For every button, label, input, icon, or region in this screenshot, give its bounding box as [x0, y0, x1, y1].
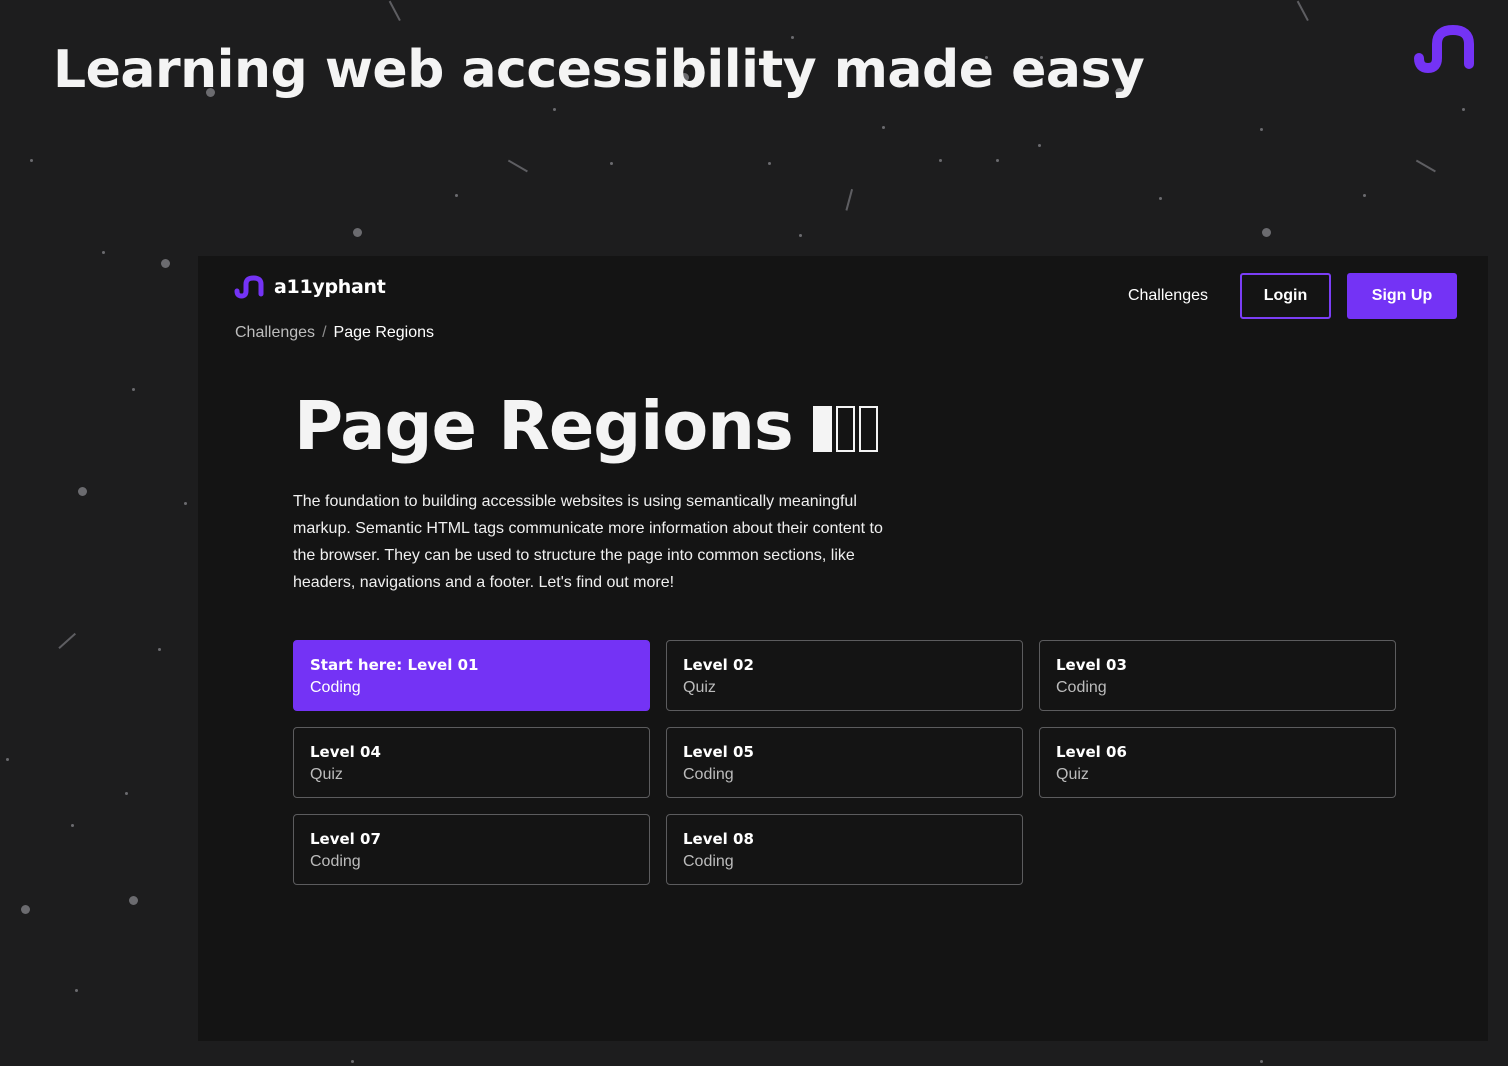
star: [455, 194, 458, 197]
star: [1260, 1060, 1263, 1063]
star: [21, 905, 30, 914]
streak: [845, 188, 853, 211]
star: [768, 162, 771, 165]
page-title: Page Regions: [294, 387, 794, 465]
level-name: Level 02: [683, 656, 754, 674]
brand-name: a11yphant: [274, 276, 386, 298]
difficulty-segment: [858, 406, 878, 452]
level-type: Coding: [683, 853, 734, 870]
level-name: Level 08: [683, 830, 754, 848]
a11yphant-trunk-icon: [1414, 25, 1474, 73]
star: [353, 228, 362, 237]
star: [125, 792, 128, 795]
level-card[interactable]: Level 07 Coding: [293, 814, 650, 885]
breadcrumb-current: Page Regions: [333, 324, 435, 341]
star: [996, 159, 999, 162]
level-name: Level 05: [683, 743, 754, 761]
star: [158, 648, 161, 651]
level-type: Coding: [1056, 679, 1107, 696]
star: [6, 758, 9, 761]
level-name: Level 07: [310, 830, 381, 848]
login-button[interactable]: Login: [1240, 273, 1331, 319]
star: [882, 126, 885, 129]
star: [799, 234, 802, 237]
level-name: Level 03: [1056, 656, 1127, 674]
streak: [508, 159, 528, 172]
main-nav: Challenges Login Sign Up: [1128, 273, 1457, 319]
level-name: Level 04: [310, 743, 381, 761]
star: [1159, 197, 1162, 200]
level-grid: Start here: Level 01 Coding Level 02 Quiz Le…: [293, 640, 1396, 885]
breadcrumb: Challenges / Page Regions: [235, 324, 434, 342]
star: [1038, 144, 1041, 147]
level-type: Quiz: [310, 766, 343, 783]
star: [132, 388, 135, 391]
star: [791, 36, 794, 39]
star: [553, 108, 556, 111]
level-card[interactable]: Level 03 Coding: [1039, 640, 1396, 711]
star: [161, 259, 170, 268]
hero-headline: Learning web accessibility made easy: [53, 40, 1145, 100]
level-card[interactable]: Start here: Level 01 Coding: [293, 640, 650, 711]
star: [1260, 128, 1263, 131]
nav-challenges-link[interactable]: Challenges: [1128, 287, 1208, 305]
star: [30, 159, 33, 162]
star: [129, 896, 138, 905]
star: [1262, 228, 1271, 237]
difficulty-segment: [812, 406, 832, 452]
level-card[interactable]: Level 06 Quiz: [1039, 727, 1396, 798]
star: [610, 162, 613, 165]
level-card[interactable]: Level 04 Quiz: [293, 727, 650, 798]
breadcrumb-separator: /: [322, 324, 327, 341]
star: [102, 251, 105, 254]
star: [71, 824, 74, 827]
level-card[interactable]: Level 05 Coding: [666, 727, 1023, 798]
difficulty-segment: [835, 406, 855, 452]
breadcrumb-challenges-link[interactable]: Challenges: [235, 324, 315, 342]
level-type: Coding: [310, 679, 361, 696]
star: [75, 989, 78, 992]
star: [1462, 108, 1465, 111]
streak: [58, 632, 76, 649]
level-card[interactable]: Level 08 Coding: [666, 814, 1023, 885]
star: [78, 487, 87, 496]
level-type: Coding: [683, 766, 734, 783]
streak: [389, 0, 401, 21]
level-name: Start here: Level 01: [310, 656, 479, 674]
signup-button[interactable]: Sign Up: [1347, 273, 1457, 319]
level-type: Quiz: [683, 679, 716, 696]
streak: [1416, 159, 1436, 172]
a11yphant-trunk-icon: [234, 275, 264, 299]
star: [184, 502, 187, 505]
level-name: Level 06: [1056, 743, 1127, 761]
star: [939, 159, 942, 162]
level-card[interactable]: Level 02 Quiz: [666, 640, 1023, 711]
difficulty-indicator: [812, 400, 878, 452]
level-type: Coding: [310, 853, 361, 870]
star: [1363, 194, 1366, 197]
level-type: Quiz: [1056, 766, 1089, 783]
challenge-header: Page Regions: [294, 386, 878, 466]
app-window: a11yphant Challenges Login Sign Up Chall…: [198, 256, 1488, 1041]
brand-logo[interactable]: a11yphant: [234, 274, 386, 300]
streak: [1297, 0, 1309, 21]
challenge-description: The foundation to building accessible we…: [293, 493, 883, 591]
star: [351, 1060, 354, 1063]
